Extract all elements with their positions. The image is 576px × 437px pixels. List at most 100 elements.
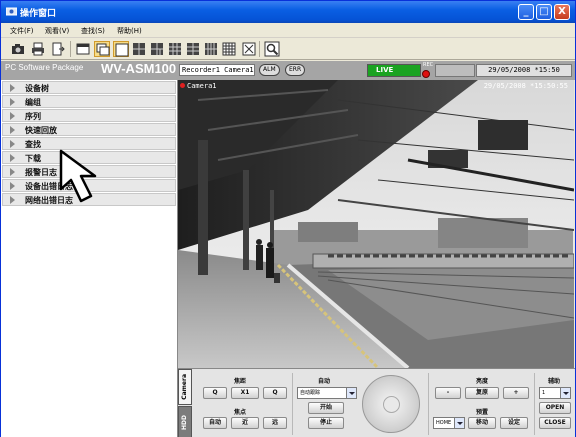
pointer-arrow-icon: [59, 149, 97, 203]
tab-hdd-label: HDD: [181, 415, 188, 430]
expand-arrow-icon: [10, 196, 15, 204]
aux-open-button[interactable]: OPEN: [539, 402, 571, 414]
panel-separator: [428, 373, 429, 435]
menu-help[interactable]: 帮助(H): [117, 26, 142, 36]
camera-image: [178, 80, 574, 368]
focus-title: 焦点: [234, 409, 247, 416]
tab-hdd[interactable]: HDD: [178, 406, 192, 437]
close-button[interactable]: X: [554, 4, 570, 20]
tree-item-quick-playback[interactable]: 快速回放: [2, 123, 176, 136]
zoom-title: 焦距: [234, 378, 247, 385]
aux-value: 1: [542, 390, 546, 396]
tree-item-label: 报警日志: [25, 168, 57, 177]
layout-4-icon[interactable]: [131, 41, 147, 57]
chevron-down-icon: [560, 388, 570, 398]
chevron-down-icon: [454, 418, 464, 428]
tree-item-device-tree[interactable]: 设备树: [2, 81, 176, 94]
minimize-button[interactable]: _: [518, 4, 534, 20]
toolbar-separator: [259, 41, 260, 57]
menu-search[interactable]: 查找(S): [81, 26, 105, 36]
tab-camera-label: Camera: [181, 374, 188, 400]
window-dual-icon[interactable]: [94, 41, 110, 57]
window-single-icon[interactable]: [75, 41, 91, 57]
exit-door-icon[interactable]: [50, 41, 66, 57]
aux-select[interactable]: 1: [539, 387, 571, 399]
chevron-down-icon: [346, 388, 356, 398]
error-indicator[interactable]: ERR: [285, 64, 306, 76]
panel-separator: [292, 373, 293, 435]
preset-value: HOME: [436, 420, 452, 426]
zoom-x1-button[interactable]: X1: [231, 387, 259, 399]
print-icon[interactable]: [30, 41, 46, 57]
tree-item-sequence[interactable]: 序列: [2, 109, 176, 122]
layout-10-icon[interactable]: [185, 41, 201, 57]
expand-arrow-icon: [10, 154, 15, 162]
panel-separator: [534, 373, 535, 435]
auto-title: 自动: [318, 378, 331, 385]
preset-title: 预置: [476, 409, 489, 416]
tree-item-label: 快速回放: [25, 126, 57, 135]
tree-item-label: 编组: [25, 98, 41, 107]
focus-far-button[interactable]: 远: [263, 417, 287, 429]
menu-file[interactable]: 文件(F): [10, 26, 34, 36]
fullscreen-icon[interactable]: [241, 41, 257, 57]
brightness-plus-button[interactable]: +: [503, 387, 529, 399]
zoom-in-button[interactable]: Q: [263, 387, 287, 399]
auto-mode-value: 自动跟踪: [300, 390, 321, 396]
tab-camera[interactable]: Camera: [178, 369, 192, 405]
zoom-out-button[interactable]: Q: [203, 387, 227, 399]
brightness-reset-button[interactable]: 复原: [465, 387, 499, 399]
title-bar[interactable]: 操作窗口 _ □ X: [1, 1, 575, 23]
zoom-out-icon: Q: [212, 389, 218, 396]
camera-label: Camera1: [187, 82, 217, 90]
layout-1-icon[interactable]: [113, 41, 129, 57]
tree-item-label: 序列: [25, 112, 41, 121]
app-window: 操作窗口 _ □ X 文件(F) 观看(V) 查找(S) 帮助(H) PC So…: [0, 0, 576, 437]
maximize-button[interactable]: □: [536, 4, 552, 20]
rec-label: REC: [423, 62, 434, 68]
expand-arrow-icon: [10, 112, 15, 120]
tree-item-group[interactable]: 编组: [2, 95, 176, 108]
brand-prefix: PC Software Package: [5, 63, 84, 72]
tree-item-label: 设备树: [25, 84, 49, 93]
tree-item-label: 下载: [25, 154, 41, 163]
camera-snapshot-icon[interactable]: [10, 41, 26, 57]
camera-timestamp: 29/05/2008 *15:50:55: [483, 82, 568, 90]
focus-near-button[interactable]: 近: [231, 417, 259, 429]
alarm-indicator[interactable]: ALM: [259, 64, 280, 76]
expand-arrow-icon: [10, 140, 15, 148]
preset-select[interactable]: HOME: [433, 417, 465, 429]
layout-7-icon[interactable]: [149, 41, 165, 57]
preset-move-button[interactable]: 移动: [468, 417, 496, 429]
camera-view[interactable]: Camera1 29/05/2008 *15:50:55: [178, 80, 574, 368]
expand-arrow-icon: [10, 168, 15, 176]
aux-title: 辅助: [548, 378, 561, 385]
recorder-camera-display: Recorder1 Camera1: [179, 64, 255, 76]
zoom-search-icon[interactable]: [264, 41, 280, 57]
auto-stop-button[interactable]: 停止: [308, 417, 344, 429]
error-label: ERR: [289, 66, 302, 73]
header-datetime: 29/05/2008 *15:50: [476, 64, 572, 77]
zoom-in-icon: Q: [272, 389, 278, 396]
aux-close-button[interactable]: CLOSE: [539, 417, 571, 429]
window-title: 操作窗口: [20, 9, 57, 19]
preset-set-button[interactable]: 设定: [500, 417, 528, 429]
expand-arrow-icon: [10, 126, 15, 134]
live-indicator: LIVE: [367, 64, 421, 77]
function-tree: 设备树 编组 序列 快速回放 查找 下载 报警日志 设备出错日志 网络出错日志: [1, 80, 178, 437]
focus-auto-button[interactable]: 自动: [203, 417, 227, 429]
layout-13-icon[interactable]: [203, 41, 219, 57]
brightness-title: 亮度: [476, 378, 489, 385]
pan-tilt-control[interactable]: [362, 375, 420, 433]
toolbar: [1, 38, 575, 60]
auto-mode-select[interactable]: 自动跟踪: [297, 387, 357, 399]
recording-dot-icon: [180, 83, 185, 88]
brightness-minus-button[interactable]: -: [435, 387, 461, 399]
expand-arrow-icon: [10, 98, 15, 106]
layout-16-icon[interactable]: [221, 41, 237, 57]
layout-9-icon[interactable]: [167, 41, 183, 57]
pan-tilt-home-button[interactable]: [383, 396, 400, 413]
status-box: [435, 64, 475, 77]
menu-view[interactable]: 观看(V): [45, 26, 69, 36]
auto-start-button[interactable]: 开始: [308, 402, 344, 414]
